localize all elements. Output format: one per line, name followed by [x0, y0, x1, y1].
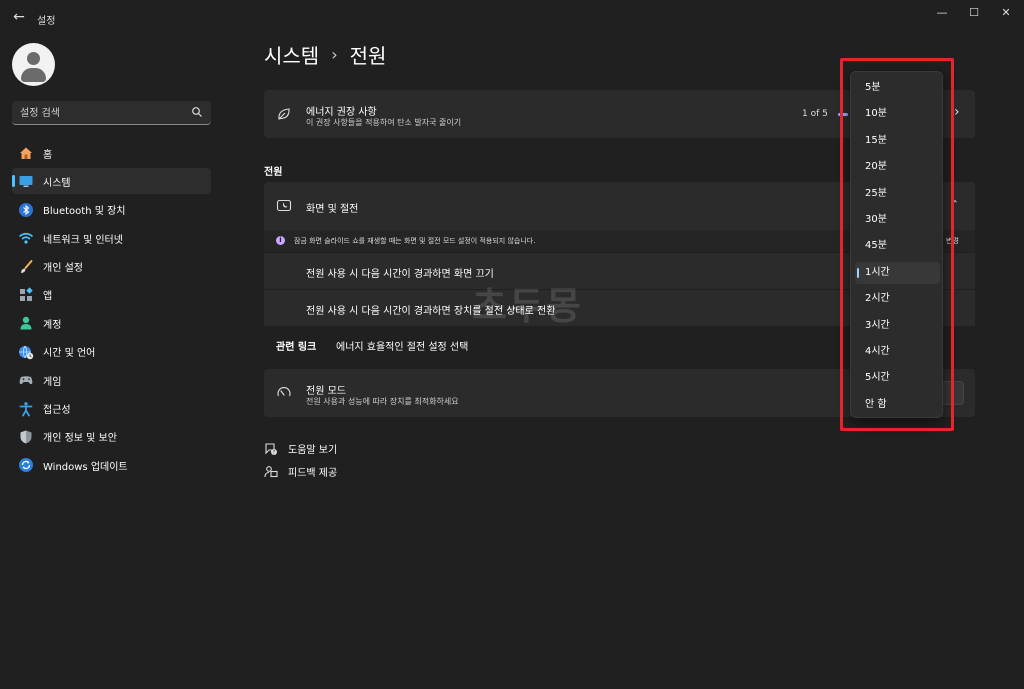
feedback-label: 피드백 제공: [288, 468, 338, 479]
update-icon: [19, 458, 33, 473]
screen-sleep-icon: [276, 199, 292, 212]
energy-card-subtitle: 이 권장 사항들을 적용하여 탄소 발자국 줄이기: [306, 118, 462, 127]
back-button[interactable]: ←: [8, 6, 30, 28]
sidebar-item-home[interactable]: 홈: [12, 140, 211, 166]
sidebar-item-network[interactable]: 네트워크 및 인터넷: [12, 225, 211, 251]
home-icon: [20, 147, 32, 159]
close-button[interactable]: ✕: [989, 4, 1023, 22]
avatar[interactable]: [12, 43, 55, 86]
gauge-icon: [277, 387, 291, 397]
search-icon[interactable]: [191, 106, 203, 118]
feedback-link[interactable]: 피드백 제공: [264, 464, 337, 479]
search-box[interactable]: [12, 101, 211, 125]
sidebar-item-time-language[interactable]: 시간 및 언어: [12, 339, 211, 365]
leaf-icon: [278, 108, 290, 120]
gamepad-icon: [19, 376, 33, 385]
avatar-head: [27, 52, 40, 65]
screen-sleep-title: 화면 및 절전: [306, 204, 359, 215]
avatar-body: [21, 68, 46, 82]
sidebar-item-label: 개인 설정: [43, 263, 83, 275]
sidebar-item-label: 시스템: [43, 177, 71, 189]
energy-card-title: 에너지 권장 사항: [306, 107, 377, 118]
sidebar-item-label: 게임: [43, 376, 62, 388]
screen-off-label: 전원 사용 시 다음 시간이 경과하면 화면 끄기: [306, 269, 494, 280]
sidebar-item-label: 접근성: [43, 405, 71, 417]
sidebar-nav: 홈 시스템 Bluetooth 및 장치 네트워크 및 인터넷 개인 설정 앱 …: [12, 140, 211, 481]
breadcrumb-parent[interactable]: 시스템: [264, 40, 319, 69]
sidebar-item-label: 시간 및 언어: [43, 348, 96, 360]
sidebar-item-accounts[interactable]: 계정: [12, 310, 211, 336]
sidebar-item-label: 계정: [43, 319, 62, 331]
app-title: 설정: [37, 16, 56, 27]
watermark: 초두몽: [472, 284, 583, 328]
accessibility-icon: [19, 401, 33, 416]
maximize-button[interactable]: ☐: [957, 4, 991, 22]
shield-icon: [20, 430, 32, 444]
slideshow-info-text: 잠금 화면 슬라이드 쇼를 재생할 때는 화면 및 절전 모드 설정이 적용되지…: [294, 237, 536, 245]
sidebar-item-label: 네트워크 및 인터넷: [43, 234, 123, 246]
bluetooth-icon: [19, 202, 33, 217]
help-label: 도움말 보기: [288, 445, 338, 456]
breadcrumb-separator: ›: [331, 45, 338, 64]
help-icon: ?: [265, 442, 277, 455]
title-bar: ← 설정 — ☐ ✕: [0, 0, 1024, 36]
sidebar-item-windows-update[interactable]: Windows 업데이트: [12, 452, 211, 478]
sidebar-item-label: 개인 정보 및 보안: [43, 433, 117, 445]
wifi-icon: [18, 233, 34, 244]
help-link[interactable]: ? 도움말 보기: [264, 441, 337, 456]
sidebar-item-label: Bluetooth 및 장치: [43, 206, 126, 218]
highlight-annotation-box: [840, 58, 954, 431]
sidebar-item-gaming[interactable]: 게임: [12, 367, 211, 393]
sidebar-item-system[interactable]: 시스템: [12, 168, 211, 195]
sidebar-item-label: Windows 업데이트: [43, 461, 128, 473]
sidebar-item-personalization[interactable]: 개인 설정: [12, 254, 211, 280]
sidebar-item-label: 홈: [43, 149, 53, 161]
chevron-right-icon[interactable]: ›: [954, 104, 960, 120]
breadcrumb: 시스템 › 전원: [264, 40, 386, 69]
page-indicator: 1 of 5: [802, 109, 828, 119]
apps-icon: [20, 287, 33, 301]
sidebar-item-privacy-security[interactable]: 개인 정보 및 보안: [12, 424, 211, 450]
energy-efficient-sleep-link[interactable]: 에너지 효율적인 절전 설정 선택: [336, 338, 468, 353]
power-mode-title: 전원 모드: [306, 386, 346, 397]
monitor-icon: [19, 176, 33, 188]
info-icon: i: [276, 236, 285, 245]
sidebar-item-bluetooth[interactable]: Bluetooth 및 장치: [12, 197, 211, 223]
related-links-title: 관련 링크: [276, 342, 317, 353]
page-title: 전원: [349, 44, 387, 68]
search-input[interactable]: [20, 105, 190, 121]
sidebar-item-accessibility[interactable]: 접근성: [12, 396, 211, 422]
paintbrush-icon: [21, 259, 33, 273]
sidebar-item-label: 앱: [43, 291, 53, 303]
minimize-button[interactable]: —: [925, 4, 959, 22]
sidebar-item-apps[interactable]: 앱: [12, 282, 211, 308]
person-icon: [20, 317, 32, 330]
section-title: 전원: [264, 167, 283, 178]
feedback-icon: [264, 465, 278, 477]
globe-clock-icon: [19, 345, 34, 359]
power-mode-subtitle: 전원 사용과 성능에 따라 장치를 최적화하세요: [306, 397, 459, 406]
